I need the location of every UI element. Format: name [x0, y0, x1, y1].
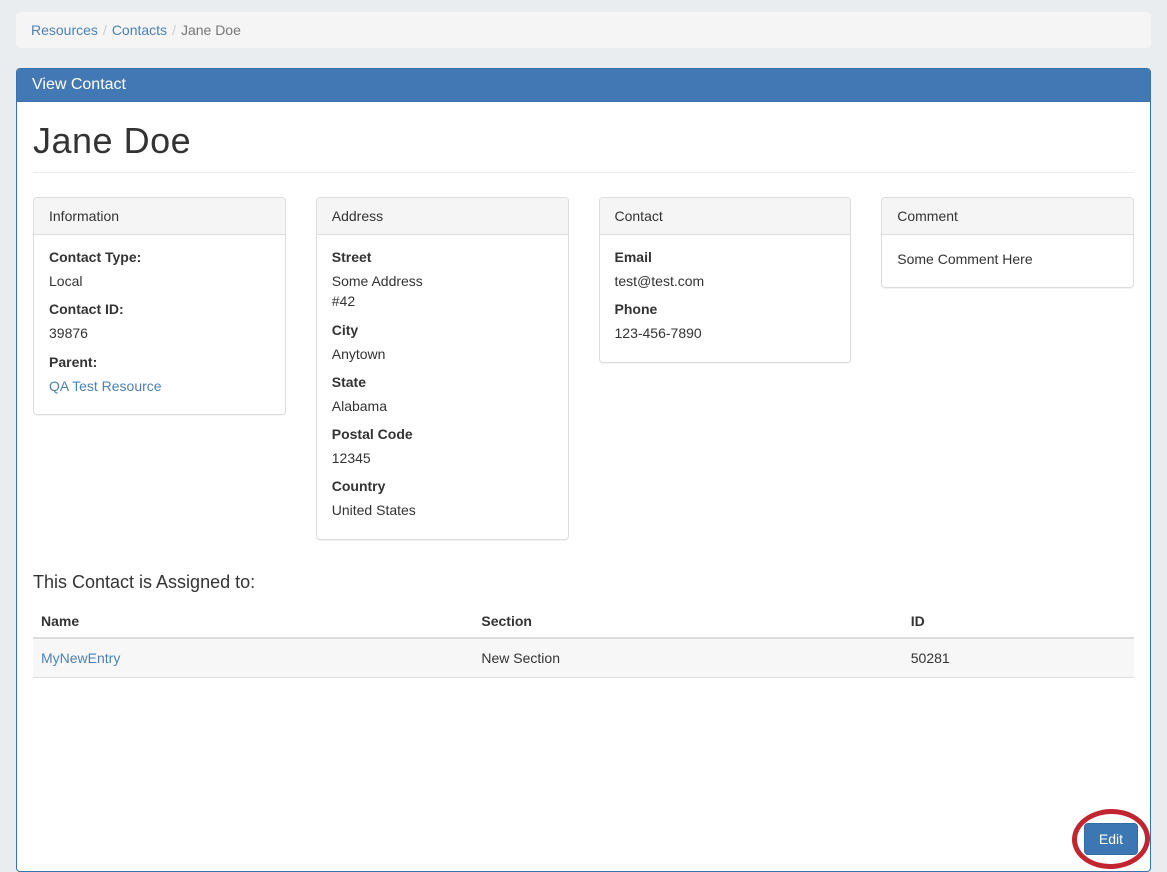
edit-button[interactable]: Edit [1084, 823, 1138, 855]
address-card: Address Street Some Address #42 City Any… [316, 197, 569, 540]
view-contact-panel: View Contact Jane Doe Information Contac… [16, 68, 1151, 872]
breadcrumb-separator: / [98, 22, 112, 38]
panel-body: Jane Doe Information Contact Type: Local… [17, 120, 1150, 871]
state-value: Alabama [332, 396, 553, 416]
street-value-line2: #42 [332, 291, 553, 311]
city-field: City Anytown [332, 322, 553, 364]
assigned-table-header-row: Name Section ID [33, 605, 1134, 638]
state-label: State [332, 374, 553, 390]
contact-card: Contact Email test@test.com Phone 123-45… [599, 197, 852, 363]
edit-annotation-wrap: Edit [1084, 823, 1138, 855]
address-card-body: Street Some Address #42 City Anytown Sta… [317, 235, 568, 539]
breadcrumb: Resources/Contacts/Jane Doe [16, 12, 1151, 48]
breadcrumb-current: Jane Doe [181, 22, 241, 38]
contact-id-label: Contact ID: [49, 301, 270, 317]
country-field: Country United States [332, 478, 553, 520]
contact-id-value: 39876 [49, 323, 270, 343]
assigned-section-cell: New Section [473, 638, 902, 678]
page-container: Resources/Contacts/Jane Doe View Contact… [0, 0, 1167, 872]
contact-name-title: Jane Doe [33, 120, 1134, 162]
parent-resource-link[interactable]: QA Test Resource [49, 378, 162, 394]
table-row: MyNewEntry New Section 50281 [33, 638, 1134, 678]
city-label: City [332, 322, 553, 338]
assigned-id-cell: 50281 [903, 638, 1134, 678]
state-field: State Alabama [332, 374, 553, 416]
phone-label: Phone [615, 301, 836, 317]
page-header: Jane Doe [33, 120, 1134, 173]
assigned-entry-link[interactable]: MyNewEntry [41, 650, 120, 666]
email-label: Email [615, 249, 836, 265]
contact-type-value: Local [49, 271, 270, 291]
breadcrumb-separator: / [167, 22, 181, 38]
address-card-title: Address [317, 198, 568, 235]
street-label: Street [332, 249, 553, 265]
postal-code-value: 12345 [332, 448, 553, 468]
information-card-body: Contact Type: Local Contact ID: 39876 Pa… [34, 235, 285, 414]
contact-card-title: Contact [600, 198, 851, 235]
email-field: Email test@test.com [615, 249, 836, 291]
contact-id-field: Contact ID: 39876 [49, 301, 270, 343]
postal-code-label: Postal Code [332, 426, 553, 442]
comment-card: Comment Some Comment Here [881, 197, 1134, 288]
assigned-table: Name Section ID MyNewEntry New Section 5… [33, 605, 1134, 678]
breadcrumb-link-resources[interactable]: Resources [31, 22, 98, 38]
detail-cards-row: Information Contact Type: Local Contact … [33, 197, 1134, 540]
contact-type-label: Contact Type: [49, 249, 270, 265]
postal-code-field: Postal Code 12345 [332, 426, 553, 468]
country-value: United States [332, 500, 553, 520]
column-header-section: Section [473, 605, 902, 638]
parent-label: Parent: [49, 354, 270, 370]
column-header-name: Name [33, 605, 473, 638]
street-field: Street Some Address #42 [332, 249, 553, 312]
assigned-name-cell: MyNewEntry [33, 638, 473, 678]
information-card: Information Contact Type: Local Contact … [33, 197, 286, 415]
breadcrumb-link-contacts[interactable]: Contacts [112, 22, 167, 38]
street-value-line1: Some Address [332, 271, 553, 291]
assigned-section-title: This Contact is Assigned to: [33, 572, 1134, 593]
city-value: Anytown [332, 344, 553, 364]
panel-actions: Edit [1084, 823, 1138, 855]
information-card-title: Information [34, 198, 285, 235]
email-value: test@test.com [615, 271, 836, 291]
comment-field: Some Comment Here [897, 249, 1118, 269]
comment-card-title: Comment [882, 198, 1133, 235]
comment-value: Some Comment Here [897, 249, 1118, 269]
comment-card-body: Some Comment Here [882, 235, 1133, 287]
contact-card-body: Email test@test.com Phone 123-456-7890 [600, 235, 851, 362]
column-header-id: ID [903, 605, 1134, 638]
panel-heading: View Contact [17, 69, 1150, 102]
phone-value: 123-456-7890 [615, 323, 836, 343]
parent-field: Parent: QA Test Resource [49, 354, 270, 396]
assigned-section: This Contact is Assigned to: Name Sectio… [33, 572, 1134, 678]
phone-field: Phone 123-456-7890 [615, 301, 836, 343]
contact-type-field: Contact Type: Local [49, 249, 270, 291]
country-label: Country [332, 478, 553, 494]
